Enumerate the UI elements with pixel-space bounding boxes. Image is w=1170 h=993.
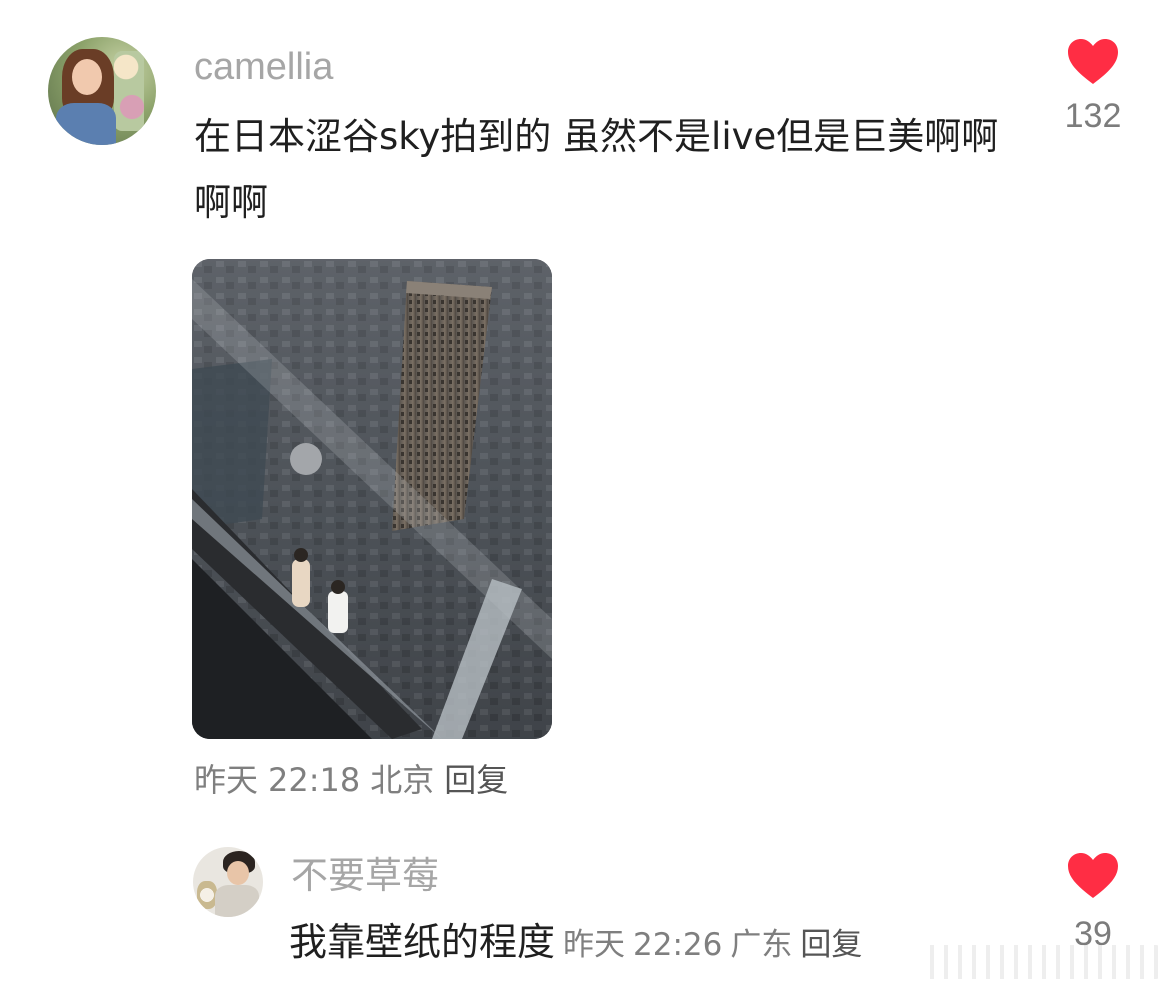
- reply-meta: 昨天 22:26 广东 回复: [563, 927, 870, 963]
- reply-text: 我靠壁纸的程度: [289, 920, 556, 964]
- like-button[interactable]: 132: [1058, 38, 1128, 136]
- avatar-decoration: [114, 51, 144, 131]
- reply-location: 广东: [730, 927, 793, 963]
- heart-icon[interactable]: [1067, 852, 1119, 900]
- comment-text: 在日本涩谷sky拍到的 虽然不是live但是巨美啊啊啊啊: [194, 115, 999, 224]
- reply-button[interactable]: 回复: [444, 761, 508, 799]
- photo-image: [192, 259, 552, 739]
- heart-icon[interactable]: [1067, 38, 1119, 86]
- avatar[interactable]: [48, 37, 156, 145]
- avatar-face: [72, 59, 102, 95]
- avatar-body: [56, 103, 116, 145]
- avatar-face: [227, 861, 249, 885]
- avatar-decoration: [197, 881, 217, 909]
- comment-photo[interactable]: [192, 259, 552, 739]
- reply-content: 我靠壁纸的程度 昨天 22:26 广东 回复: [289, 912, 870, 980]
- comment-time: 22:18: [268, 761, 361, 799]
- reply-time: 22:26: [633, 927, 723, 963]
- reply-avatar[interactable]: [193, 847, 263, 917]
- reply-username[interactable]: 不要草莓: [291, 851, 439, 901]
- avatar-body: [215, 885, 259, 917]
- reply-date: 昨天: [563, 927, 626, 963]
- comment-location: 北京: [370, 761, 435, 799]
- comment-thread: camellia 在日本涩谷sky拍到的 虽然不是live但是巨美啊啊啊啊 13…: [0, 0, 1170, 993]
- comment-username[interactable]: camellia: [194, 42, 333, 92]
- comment-meta: 昨天 22:18 北京 回复: [194, 757, 518, 803]
- watermark: [920, 945, 1160, 979]
- reply-reply-button[interactable]: 回复: [800, 927, 862, 963]
- like-count: 132: [1064, 97, 1122, 135]
- comment-date: 昨天: [194, 761, 259, 799]
- reply-like-button[interactable]: 39: [1058, 852, 1128, 954]
